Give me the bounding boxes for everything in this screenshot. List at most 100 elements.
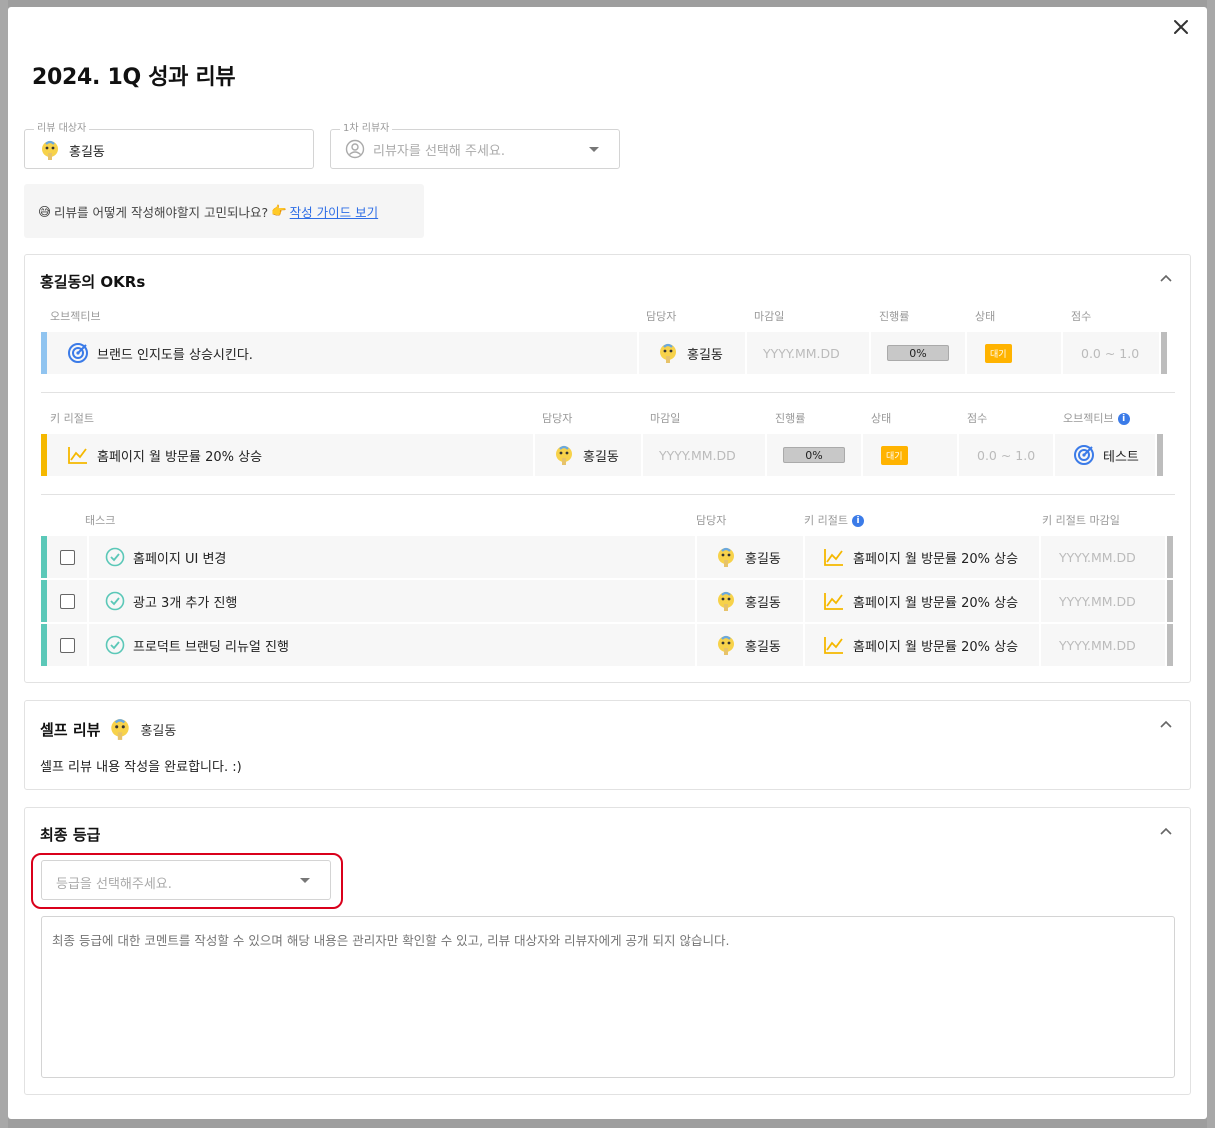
task-kr: 홈페이지 월 방문률 20% 상승	[853, 551, 1019, 567]
pointing-hand-icon: 👉	[271, 203, 287, 218]
task-owner-cell: 홍길동	[697, 536, 803, 578]
task-checkbox[interactable]	[59, 549, 75, 565]
review-modal: 2024. 1Q 성과 리뷰 리뷰 대상자 홍길동 1차 리뷰자 리뷰자를 선택…	[8, 7, 1207, 1119]
task-owner-cell: 홍길동	[697, 624, 803, 666]
col-kr-status: 상태	[871, 412, 892, 425]
chevron-down-icon	[589, 147, 599, 152]
highlight-annotation	[31, 853, 343, 909]
objective-owner: 홍길동	[687, 347, 723, 363]
task-owner: 홍길동	[745, 639, 781, 655]
task-checkbox[interactable]	[59, 637, 75, 653]
col-objective: 오브젝티브	[50, 310, 101, 323]
grade-comment-input[interactable]	[41, 916, 1175, 1078]
guide-text: 리뷰를 어떻게 작성해야할지 고민되나요?	[54, 204, 269, 220]
info-icon[interactable]: i	[1117, 413, 1130, 425]
col-kr-objective-label: 오브젝티브	[1063, 412, 1114, 425]
objective-title-cell: 브랜드 인지도를 상승시킨다.	[47, 332, 637, 374]
col-kr-score: 점수	[967, 412, 988, 425]
col-score: 점수	[1071, 310, 1092, 323]
task-title-cell: 홈페이지 UI 변경	[89, 536, 695, 578]
objective-endbar	[1161, 332, 1167, 374]
line-chart-icon	[824, 549, 843, 566]
line-chart-icon	[68, 447, 87, 464]
user-icon	[345, 139, 365, 159]
info-icon[interactable]: i	[851, 515, 864, 527]
objective-status-badge: 대기	[985, 343, 1012, 363]
avatar-icon	[39, 139, 61, 161]
kr-title: 홈페이지 월 방문률 20% 상승	[97, 449, 263, 465]
kr-objective-cell[interactable]: 테스트	[1055, 434, 1155, 476]
chevron-up-icon[interactable]	[1158, 271, 1174, 287]
objective-owner-cell: 홍길동	[639, 332, 745, 374]
task-row[interactable]: 광고 3개 추가 진행 홍길동 홈페이지 월 방문률 20% 상승 YYYY.M…	[41, 580, 1175, 622]
avatar-icon	[718, 635, 734, 655]
task-kr-cell[interactable]: 홈페이지 월 방문률 20% 상승	[805, 580, 1039, 622]
kr-score[interactable]: 0.0 ~ 1.0	[959, 434, 1053, 476]
task-row[interactable]: 프로덕트 브랜딩 리뉴얼 진행 홍길동 홈페이지 월 방문률 20% 상승 YY…	[41, 624, 1175, 666]
avatar-icon	[111, 719, 130, 740]
objective-title: 브랜드 인지도를 상승시킨다.	[97, 347, 253, 363]
task-endbar	[1167, 580, 1173, 622]
task-kr: 홈페이지 월 방문률 20% 상승	[853, 595, 1019, 611]
key-result-row[interactable]: 홈페이지 월 방문률 20% 상승 홍길동 YYYY.MM.DD 0% 대기 0…	[41, 434, 1175, 476]
col-task-kr: 키 리절트 i	[804, 512, 864, 528]
kr-progress-cell: 0%	[767, 434, 861, 476]
final-grade-title: 최종 등급	[40, 826, 101, 844]
kr-status-badge: 대기	[881, 445, 908, 465]
kr-owner: 홍길동	[583, 449, 619, 465]
task-checkbox[interactable]	[59, 593, 75, 609]
task-title-cell: 광고 3개 추가 진행	[89, 580, 695, 622]
objective-due[interactable]: YYYY.MM.DD	[747, 332, 869, 374]
col-kr-progress: 진행률	[775, 412, 806, 425]
col-task: 태스크	[85, 514, 116, 527]
objective-progress-cell: 0%	[871, 332, 965, 374]
task-kr-due: YYYY.MM.DD	[1041, 536, 1165, 578]
check-circle-icon	[105, 547, 125, 567]
task-title-cell: 프로덕트 브랜딩 리뉴얼 진행	[89, 624, 695, 666]
col-progress: 진행률	[879, 310, 910, 323]
task-owner-cell: 홍길동	[697, 580, 803, 622]
self-review-panel: 셀프 리뷰 홍길동 셀프 리뷰 내용 작성을 완료합니다. :)	[24, 700, 1191, 790]
reviewee-field[interactable]: 리뷰 대상자 홍길동	[24, 122, 314, 169]
chevron-up-icon[interactable]	[1158, 717, 1174, 733]
task-checkbox-cell	[47, 580, 87, 622]
kr-owner-cell: 홍길동	[535, 434, 641, 476]
col-kr-owner: 담당자	[542, 412, 573, 425]
chevron-up-icon[interactable]	[1158, 824, 1174, 840]
okr-panel-title: 홍길동의 OKRs	[40, 273, 146, 291]
task-checkbox-cell	[47, 624, 87, 666]
kr-endbar	[1157, 434, 1163, 476]
col-task-kr-due: 키 리절트 마감일	[1042, 514, 1120, 527]
objective-score[interactable]: 0.0 ~ 1.0	[1063, 332, 1159, 374]
task-owner: 홍길동	[745, 595, 781, 611]
reviewee-legend: 리뷰 대상자	[34, 122, 90, 136]
col-status: 상태	[975, 310, 996, 323]
task-endbar	[1167, 536, 1173, 578]
avatar-icon	[718, 591, 734, 611]
kr-title-cell: 홈페이지 월 방문률 20% 상승	[47, 434, 533, 476]
guide-banner: 😅 리뷰를 어떻게 작성해야할지 고민되나요? 👉 작성 가이드 보기	[24, 184, 424, 238]
col-kr-due: 마감일	[650, 412, 681, 425]
task-kr-due: YYYY.MM.DD	[1041, 624, 1165, 666]
divider	[41, 392, 1175, 393]
close-icon[interactable]	[1169, 15, 1193, 39]
objective-row[interactable]: 브랜드 인지도를 상승시킨다. 홍길동 YYYY.MM.DD 0% 대기 0.0…	[41, 332, 1175, 374]
avatar-icon	[660, 343, 676, 363]
task-row[interactable]: 홈페이지 UI 변경 홍길동 홈페이지 월 방문률 20% 상승 YYYY.MM…	[41, 536, 1175, 578]
target-icon	[1074, 445, 1094, 465]
self-review-author: 홍길동	[140, 723, 177, 739]
check-circle-icon	[105, 591, 125, 611]
reviewer-select[interactable]: 1차 리뷰자 리뷰자를 선택해 주세요.	[330, 122, 620, 169]
col-task-kr-label: 키 리절트	[804, 514, 848, 527]
guide-link[interactable]: 작성 가이드 보기	[290, 202, 378, 221]
reviewer-placeholder: 리뷰자를 선택해 주세요.	[373, 143, 505, 159]
line-chart-icon	[824, 637, 843, 654]
final-grade-panel: 최종 등급 등급을 선택해주세요.	[24, 807, 1191, 1095]
task-kr-cell[interactable]: 홈페이지 월 방문률 20% 상승	[805, 536, 1039, 578]
col-due: 마감일	[754, 310, 785, 323]
reviewee-name: 홍길동	[69, 144, 105, 160]
avatar-icon	[718, 547, 734, 567]
task-kr-cell[interactable]: 홈페이지 월 방문률 20% 상승	[805, 624, 1039, 666]
task-kr-due: YYYY.MM.DD	[1041, 580, 1165, 622]
kr-due[interactable]: YYYY.MM.DD	[643, 434, 765, 476]
